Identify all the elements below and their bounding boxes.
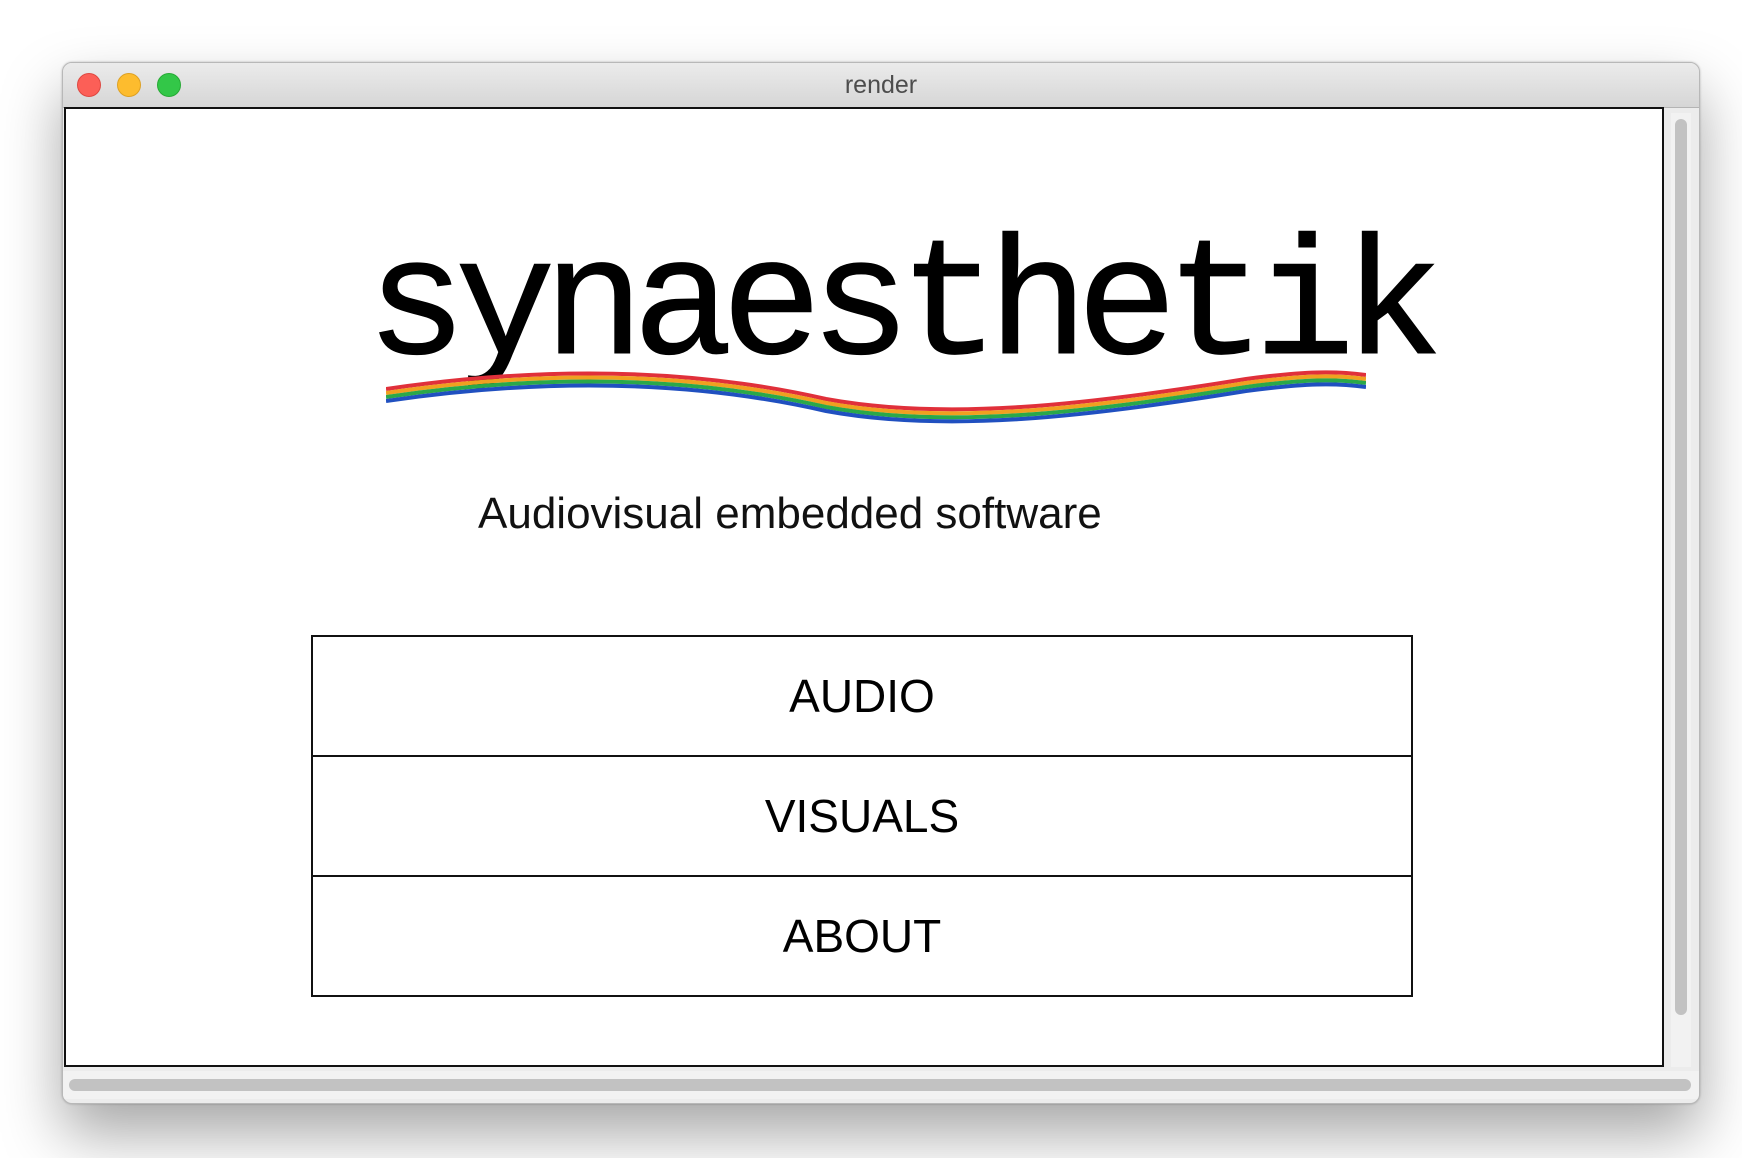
- app-window: render synaesthetik Audiovisual embedded…: [62, 62, 1700, 1104]
- horizontal-scroll-thumb[interactable]: [69, 1079, 1691, 1091]
- visuals-button[interactable]: VISUALS: [313, 755, 1411, 875]
- main-menu: AUDIO VISUALS ABOUT: [311, 635, 1413, 997]
- about-button[interactable]: ABOUT: [313, 875, 1411, 995]
- audio-button[interactable]: AUDIO: [313, 637, 1411, 755]
- rainbow-wave-graphic: [386, 370, 1366, 424]
- window-title: render: [844, 71, 918, 99]
- render-canvas: synaesthetik Audiovisual embedded softwa…: [64, 107, 1664, 1067]
- vertical-scroll-thumb[interactable]: [1675, 119, 1687, 1015]
- synaesthetik-logo: synaesthetik: [366, 219, 1444, 439]
- horizontal-scrollbar[interactable]: [63, 1071, 1699, 1099]
- app-subtitle: Audiovisual embedded software: [478, 489, 1102, 538]
- vertical-scrollbar[interactable]: [1671, 113, 1691, 1067]
- title-bar[interactable]: render: [63, 63, 1699, 108]
